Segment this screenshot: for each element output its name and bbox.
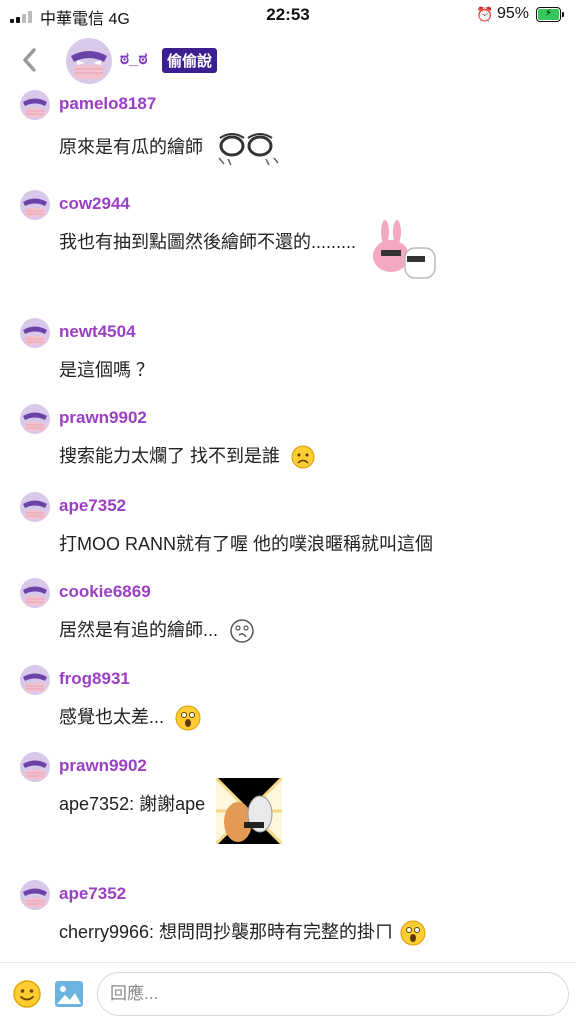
- avatar[interactable]: [66, 38, 112, 84]
- battery-percentage: 95%: [497, 5, 530, 22]
- shocked-face-emoji: [175, 705, 201, 731]
- avatar[interactable]: [20, 752, 50, 782]
- username[interactable]: frog8931: [59, 669, 130, 689]
- message-body: 居然是有追的繪師...: [59, 620, 219, 640]
- animals-sticker: [216, 778, 283, 844]
- status-badge: 偷偷說: [162, 48, 218, 73]
- page-title: ಠ_ಠ: [120, 49, 148, 68]
- message-text: 搜索能力太爛了 找不到是誰: [59, 442, 315, 469]
- header: ಠ_ಠ 偷偷說: [0, 32, 576, 90]
- message-body: 感覺也太差...: [59, 707, 165, 727]
- avatar[interactable]: [20, 404, 50, 434]
- reply-bar: [0, 962, 576, 1024]
- message-body: 是這個嗎 ？: [59, 360, 155, 380]
- avatar[interactable]: [20, 190, 50, 220]
- message-text: 打MOO RANN就有了喔 他的噗浪暱稱就叫這個: [59, 530, 433, 556]
- message-text: 原來是有瓜的繪師: [59, 128, 282, 168]
- message-text: 我也有抽到點圖然後繪師不還的.........: [59, 220, 437, 284]
- smile-icon[interactable]: [12, 979, 42, 1009]
- message-body: 搜索能力太爛了 找不到是誰: [59, 446, 280, 466]
- username[interactable]: prawn9902: [59, 756, 147, 776]
- status-bar: 中華電信 4G 22:53 ⏰ 95% ⚡: [0, 0, 576, 30]
- message-body: 我也有抽到點圖然後繪師不還的.........: [59, 232, 357, 252]
- message-text: cherry9966: 想問問抄襲那時有完整的掛ㄇ: [59, 918, 426, 946]
- back-button[interactable]: [18, 44, 42, 76]
- username[interactable]: cow2944: [59, 194, 130, 214]
- username[interactable]: ape7352: [59, 496, 126, 516]
- message-body: ape7352: 謝謝ape: [59, 794, 206, 814]
- thinking-face-emoji: [230, 619, 254, 643]
- pink-rabbit-sticker: [373, 220, 436, 279]
- message-text: 是這個嗎 ？: [59, 356, 154, 382]
- username[interactable]: newt4504: [59, 322, 136, 342]
- sweat-face-sticker: [218, 133, 279, 166]
- image-icon[interactable]: [54, 980, 84, 1008]
- message-body: 打MOO RANN就有了喔 他的噗浪暱稱就叫這個: [59, 534, 433, 554]
- avatar[interactable]: [20, 318, 50, 348]
- avatar[interactable]: [20, 665, 50, 695]
- shocked-face-emoji: [400, 920, 426, 946]
- battery-icon: ⚡: [536, 7, 564, 22]
- reply-input[interactable]: [97, 972, 569, 1016]
- message-text: 感覺也太差...: [59, 703, 201, 731]
- avatar[interactable]: [20, 90, 50, 120]
- chevron-left-icon: [23, 48, 36, 72]
- avatar[interactable]: [20, 880, 50, 910]
- message-body: 原來是有瓜的繪師: [59, 136, 203, 157]
- message-text: ape7352: 謝謝ape: [59, 778, 283, 844]
- message-body: cherry9966: 想問問抄襲那時有完整的掛ㄇ: [59, 922, 394, 942]
- username[interactable]: cookie6869: [59, 582, 151, 602]
- message-text: 居然是有追的繪師...: [59, 616, 255, 644]
- username[interactable]: pamelo8187: [59, 94, 156, 114]
- alarm-icon: ⏰: [476, 6, 494, 22]
- avatar[interactable]: [20, 492, 50, 522]
- avatar[interactable]: [20, 578, 50, 608]
- username[interactable]: prawn9902: [59, 408, 147, 428]
- username[interactable]: ape7352: [59, 884, 126, 904]
- sad-face-emoji: [291, 445, 315, 469]
